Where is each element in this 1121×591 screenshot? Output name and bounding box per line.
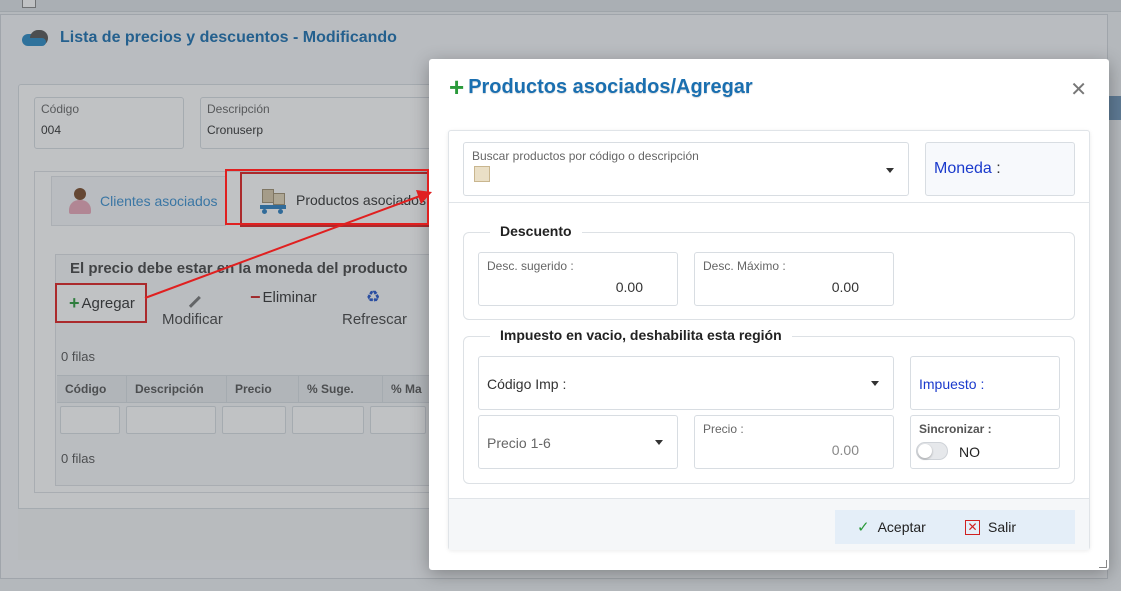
close-icon[interactable]: ✕ xyxy=(1070,77,1087,102)
modal-footer: ✓ Aceptar ✕ Salir xyxy=(449,498,1089,550)
moneda-colon: : xyxy=(996,160,1001,177)
action-buttons: ✓ Aceptar ✕ Salir xyxy=(835,510,1075,544)
moneda-field: Moneda : xyxy=(925,142,1075,196)
chevron-down-icon[interactable] xyxy=(655,440,663,445)
moneda-label: Moneda xyxy=(934,160,992,177)
aceptar-button[interactable]: ✓ Aceptar xyxy=(835,518,965,536)
sincronizar-field: Sincronizar : NO xyxy=(910,415,1060,469)
salir-button[interactable]: ✕ Salir xyxy=(965,519,1016,535)
precio-level-value: Precio 1-6 xyxy=(487,435,551,451)
divider xyxy=(449,202,1089,203)
impuesto-field: Impuesto : xyxy=(910,356,1060,410)
desc-maximo-label: Desc. Máximo : xyxy=(703,259,786,273)
precio-input[interactable]: Precio : 0.00 xyxy=(694,415,894,469)
desc-maximo-input[interactable]: Desc. Máximo : 0.00 xyxy=(694,252,894,306)
desc-sugerido-input[interactable]: Desc. sugerido : 0.00 xyxy=(478,252,678,306)
sincronizar-toggle[interactable] xyxy=(916,442,948,460)
modal-title: Productos asociados/Agregar xyxy=(468,75,753,98)
codigo-imp-label: Código Imp : xyxy=(487,376,567,392)
aceptar-label: Aceptar xyxy=(877,519,926,535)
sincronizar-state: NO xyxy=(959,444,980,460)
chevron-down-icon[interactable] xyxy=(871,381,879,386)
plus-icon: + xyxy=(449,72,465,102)
salir-label: Salir xyxy=(988,519,1017,535)
precio-level-select[interactable]: Precio 1-6 xyxy=(478,415,678,469)
product-image-icon xyxy=(474,166,490,182)
desc-maximo-value: 0.00 xyxy=(831,279,859,295)
check-icon: ✓ xyxy=(857,519,870,536)
impuesto-legend: Impuesto en vacio, deshabilita esta regi… xyxy=(490,327,792,343)
desc-sugerido-value: 0.00 xyxy=(615,279,643,295)
modal-body: Buscar productos por código o descripció… xyxy=(448,130,1090,550)
precio-label: Precio : xyxy=(703,422,744,436)
codigo-imp-select[interactable]: Código Imp : xyxy=(478,356,894,410)
resize-handle[interactable] xyxy=(1099,560,1107,568)
modal-header: + Productos asociados/Agregar ✕ xyxy=(429,59,1109,115)
precio-value: 0.00 xyxy=(831,442,859,458)
desc-sugerido-label: Desc. sugerido : xyxy=(487,259,574,273)
impuesto-fieldset: Impuesto en vacio, deshabilita esta regi… xyxy=(463,327,1075,484)
descuento-legend: Descuento xyxy=(490,223,582,239)
sincronizar-label: Sincronizar : xyxy=(919,422,992,436)
descuento-fieldset: Descuento Desc. sugerido : 0.00 Desc. Má… xyxy=(463,223,1075,320)
close-box-icon: ✕ xyxy=(965,519,980,535)
impuesto-label: Impuesto : xyxy=(919,376,985,392)
add-product-modal: + Productos asociados/Agregar ✕ Buscar p… xyxy=(429,59,1109,570)
product-search-select[interactable]: Buscar productos por código o descripció… xyxy=(463,142,909,196)
chevron-down-icon[interactable] xyxy=(886,168,894,173)
search-placeholder: Buscar productos por código o descripció… xyxy=(472,149,699,163)
